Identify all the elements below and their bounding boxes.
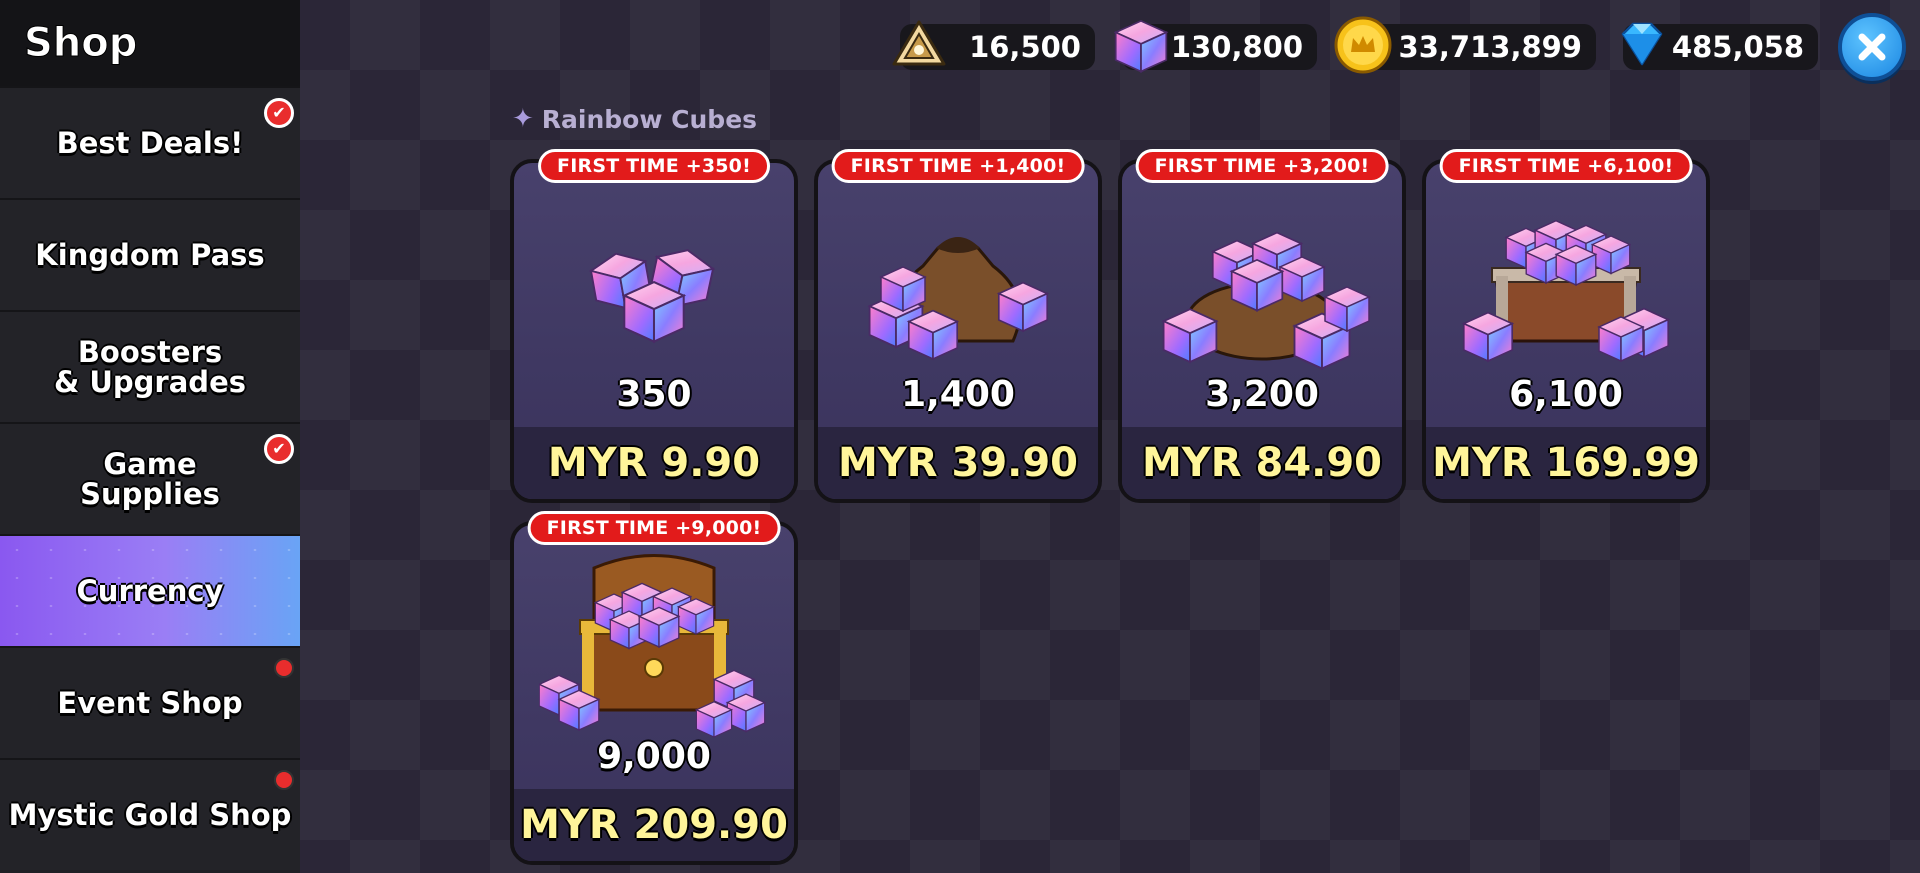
product-card[interactable]: FIRST TIME +3,200! 3,200 MYR 84.90 (1118, 149, 1406, 503)
rainbow-cube-counter[interactable]: 130,800 (1114, 20, 1317, 73)
sidebar-item-boosters-upgrades[interactable]: Boosters & Upgrades (0, 310, 300, 422)
cube-crate-icon (1426, 191, 1706, 381)
section-title: Rainbow Cubes (541, 104, 758, 134)
soulstone-counter[interactable]: 16,500 (892, 20, 1095, 70)
sidebar-item-best-deals[interactable]: Best Deals! ✔ (0, 86, 300, 198)
crystal-counter[interactable]: 485,058 (1621, 22, 1818, 70)
cube-treasure-chest-icon (514, 553, 794, 743)
soulstone-icon (892, 20, 946, 66)
sidebar-item-label: Mystic Gold Shop (8, 797, 292, 832)
close-button[interactable] (1838, 13, 1906, 81)
price-button[interactable]: MYR 84.90 (1122, 427, 1402, 499)
product-card[interactable]: FIRST TIME +1,400! 1,400 MYR 39.90 (814, 149, 1102, 503)
product-card[interactable]: FIRST TIME +350! 350 MYR 9.90 (510, 149, 798, 503)
first-time-bonus-badge: FIRST TIME +9,000! (527, 511, 781, 545)
sidebar-item-kingdom-pass[interactable]: Kingdom Pass (0, 198, 300, 310)
sidebar-item-label: Boosters & Upgrades (53, 334, 246, 399)
price-button[interactable]: MYR 209.90 (514, 789, 794, 861)
cube-amount: 1,400 (901, 374, 1015, 415)
sidebar-item-label: Kingdom Pass (35, 237, 265, 272)
sidebar-item-label: Game Supplies (80, 446, 220, 511)
shop-title: Shop (0, 0, 300, 86)
small-cube-pile-icon (514, 191, 794, 381)
coin-counter[interactable]: 33,713,899 (1334, 16, 1596, 74)
check-badge-icon: ✔ (264, 98, 294, 128)
product-card[interactable]: FIRST TIME +6,100! 6,100 MYR 169.99 (1422, 149, 1710, 503)
sidebar-item-mystic-gold-shop[interactable]: Mystic Gold Shop (0, 758, 300, 870)
cube-amount: 6,100 (1509, 374, 1623, 415)
cube-amount: 350 (616, 374, 692, 415)
cube-amount: 9,000 (597, 736, 711, 777)
first-time-bonus-badge: FIRST TIME +1,400! (831, 149, 1085, 183)
sidebar-item-game-supplies[interactable]: Game Supplies ✔ (0, 422, 300, 534)
sidebar-item-event-shop[interactable]: Event Shop (0, 646, 300, 758)
sidebar-item-label: Event Shop (57, 685, 243, 720)
check-badge-icon: ✔ (264, 434, 294, 464)
first-time-bonus-badge: FIRST TIME +3,200! (1135, 149, 1389, 183)
notification-dot-icon (274, 770, 294, 790)
sidebar-item-currency[interactable]: Currency (0, 534, 300, 646)
cube-amount: 3,200 (1205, 374, 1319, 415)
first-time-bonus-badge: FIRST TIME +350! (538, 149, 770, 183)
rainbow-cube-icon (1114, 20, 1168, 73)
shop-sidebar: Shop Best Deals! ✔ Kingdom Pass Boosters… (0, 0, 300, 873)
gold-coin-icon (1334, 16, 1392, 74)
price-button[interactable]: MYR 9.90 (514, 427, 794, 499)
cube-sack-icon (818, 191, 1098, 381)
section-header: ✦ Rainbow Cubes (512, 104, 757, 134)
sidebar-item-label: Best Deals! (56, 125, 244, 160)
rainbow-cube-value: 130,800 (1170, 30, 1303, 64)
price-button[interactable]: MYR 169.99 (1426, 427, 1706, 499)
price-button[interactable]: MYR 39.90 (818, 427, 1098, 499)
close-icon (1858, 33, 1886, 61)
crystal-value: 485,058 (1671, 30, 1804, 64)
coin-value: 33,713,899 (1398, 30, 1582, 64)
large-cube-sack-icon (1122, 191, 1402, 381)
first-time-bonus-badge: FIRST TIME +6,100! (1439, 149, 1693, 183)
sidebar-item-label: Currency (76, 573, 224, 608)
sparkle-icon: ✦ (512, 104, 534, 134)
soulstone-value: 16,500 (969, 30, 1081, 64)
product-card[interactable]: FIRST TIME +9,000! 9,000 MYR 209.90 (510, 511, 798, 865)
crystal-icon (1621, 22, 1663, 66)
notification-dot-icon (274, 658, 294, 678)
